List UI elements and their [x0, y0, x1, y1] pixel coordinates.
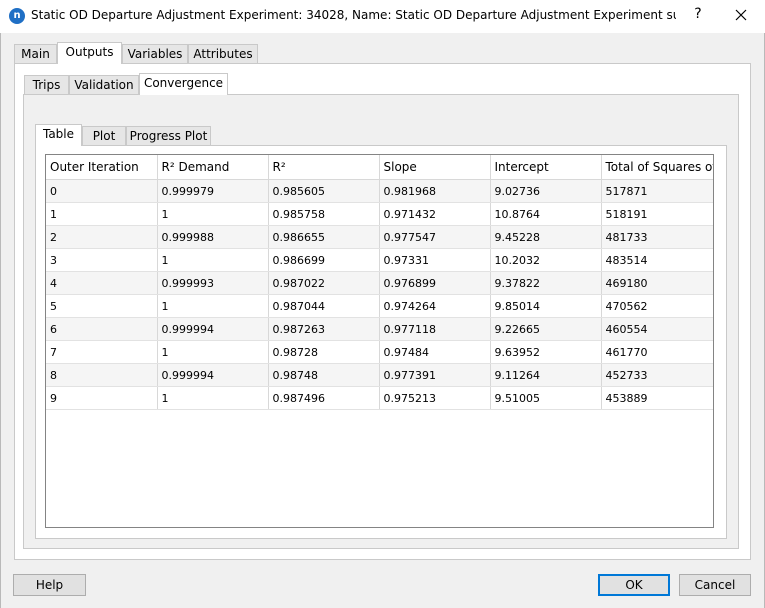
tab-convergence[interactable]: Convergence	[139, 73, 228, 95]
table-cell: 0.986655	[268, 225, 380, 249]
table-cell: 0.999979	[157, 179, 269, 203]
tab-plot[interactable]: Plot	[82, 126, 126, 146]
column-header[interactable]: Total of Squares of E	[601, 155, 713, 180]
table-cell: 470562	[601, 294, 713, 318]
tab-trips[interactable]: Trips	[24, 75, 69, 95]
table-row[interactable]: 2 0.999988 0.986655 0.977547 9.45228 481733	[46, 225, 713, 249]
table-cell: 0.999994	[157, 363, 269, 387]
table-cell: 1	[157, 340, 269, 364]
table-cell: 6	[46, 317, 158, 341]
close-icon[interactable]	[730, 4, 752, 26]
table-cell: 0.985758	[268, 202, 380, 226]
table-cell: 0.977391	[379, 363, 491, 387]
app-logo-icon: n	[9, 8, 25, 24]
table-cell: 0.999988	[157, 225, 269, 249]
table-cell: 9.63952	[490, 340, 602, 364]
table-cell: 0.987496	[268, 386, 380, 410]
tab-table[interactable]: Table	[35, 124, 82, 146]
table-cell: 0.975213	[379, 386, 491, 410]
table-row[interactable]: 6 0.999994 0.987263 0.977118 9.22665 460554	[46, 317, 713, 341]
help-button[interactable]: Help	[13, 574, 86, 596]
tab-variables[interactable]: Variables	[122, 44, 188, 64]
table-cell: 9.51005	[490, 386, 602, 410]
table-row[interactable]: 1 1 0.985758 0.971432 10.8764 518191	[46, 202, 713, 226]
table-cell: 0.999993	[157, 271, 269, 295]
ok-button[interactable]: OK	[598, 574, 670, 596]
table-cell: 453889	[601, 386, 713, 410]
table-row[interactable]: 8 0.999994 0.98748 0.977391 9.11264 452733	[46, 363, 713, 387]
convergence-table[interactable]: Outer Iteration R² Demand R² Slope Inter…	[45, 154, 714, 528]
table-cell: 9.22665	[490, 317, 602, 341]
table-cell: 460554	[601, 317, 713, 341]
table-cell: 9.45228	[490, 225, 602, 249]
table-cell: 0.974264	[379, 294, 491, 318]
table-cell: 0.98748	[268, 363, 380, 387]
table-row[interactable]: 7 1 0.98728 0.97484 9.63952 461770	[46, 340, 713, 364]
table-cell: 7	[46, 340, 158, 364]
table-cell: 0.986699	[268, 248, 380, 272]
table-cell: 0.987263	[268, 317, 380, 341]
column-header[interactable]: Slope	[379, 155, 491, 180]
table-cell: 0.971432	[379, 202, 491, 226]
table-cell: 0.976899	[379, 271, 491, 295]
tab-validation[interactable]: Validation	[69, 75, 139, 95]
table-row[interactable]: 5 1 0.987044 0.974264 9.85014 470562	[46, 294, 713, 318]
table-cell: 0.977118	[379, 317, 491, 341]
table-cell: 1	[157, 386, 269, 410]
tab-attributes[interactable]: Attributes	[188, 44, 258, 64]
table-row[interactable]: 9 1 0.987496 0.975213 9.51005 453889	[46, 386, 713, 410]
tab-progress-plot[interactable]: Progress Plot	[126, 126, 211, 146]
table-cell: 0.987044	[268, 294, 380, 318]
table-cell: 461770	[601, 340, 713, 364]
table-row[interactable]: 0 0.999979 0.985605 0.981968 9.02736 517871	[46, 179, 713, 203]
table-cell: 0.981968	[379, 179, 491, 203]
table-cell: 0.98728	[268, 340, 380, 364]
column-header[interactable]: Intercept	[490, 155, 602, 180]
table-row[interactable]: 3 1 0.986699 0.97331 10.2032 483514	[46, 248, 713, 272]
column-header[interactable]: R² Demand	[157, 155, 269, 180]
table-cell: 1	[157, 202, 269, 226]
table-cell: 9	[46, 386, 158, 410]
help-question-icon[interactable]: ?	[688, 6, 708, 22]
table-cell: 9.02736	[490, 179, 602, 203]
column-header[interactable]: R²	[268, 155, 380, 180]
table-cell: 0.985605	[268, 179, 380, 203]
table-cell: 2	[46, 225, 158, 249]
table-header-row: Outer Iteration R² Demand R² Slope Inter…	[46, 155, 713, 180]
tab-outputs[interactable]: Outputs	[57, 42, 122, 64]
window-title: Static OD Departure Adjustment Experimen…	[31, 8, 676, 22]
table-cell: 1	[157, 248, 269, 272]
table-cell: 469180	[601, 271, 713, 295]
table-cell: 0.987022	[268, 271, 380, 295]
table-cell: 9.85014	[490, 294, 602, 318]
table-cell: 483514	[601, 248, 713, 272]
column-header[interactable]: Outer Iteration	[46, 155, 158, 180]
table-cell: 0.977547	[379, 225, 491, 249]
tab-main[interactable]: Main	[14, 44, 57, 64]
title-bar: n Static OD Departure Adjustment Experim…	[0, 0, 765, 33]
table-cell: 5	[46, 294, 158, 318]
table-cell: 3	[46, 248, 158, 272]
table-cell: 1	[157, 294, 269, 318]
table-cell: 9.37822	[490, 271, 602, 295]
table-row[interactable]: 4 0.999993 0.987022 0.976899 9.37822 469180	[46, 271, 713, 295]
table-cell: 8	[46, 363, 158, 387]
table-cell: 9.11264	[490, 363, 602, 387]
table-cell: 10.2032	[490, 248, 602, 272]
table-cell: 517871	[601, 179, 713, 203]
table-cell: 10.8764	[490, 202, 602, 226]
table-cell: 481733	[601, 225, 713, 249]
table-cell: 4	[46, 271, 158, 295]
table-cell: 452733	[601, 363, 713, 387]
cancel-button[interactable]: Cancel	[679, 574, 751, 596]
table-cell: 518191	[601, 202, 713, 226]
table-cell: 1	[46, 202, 158, 226]
table-cell: 0	[46, 179, 158, 203]
table-cell: 0.999994	[157, 317, 269, 341]
table-cell: 0.97484	[379, 340, 491, 364]
table-cell: 0.97331	[379, 248, 491, 272]
